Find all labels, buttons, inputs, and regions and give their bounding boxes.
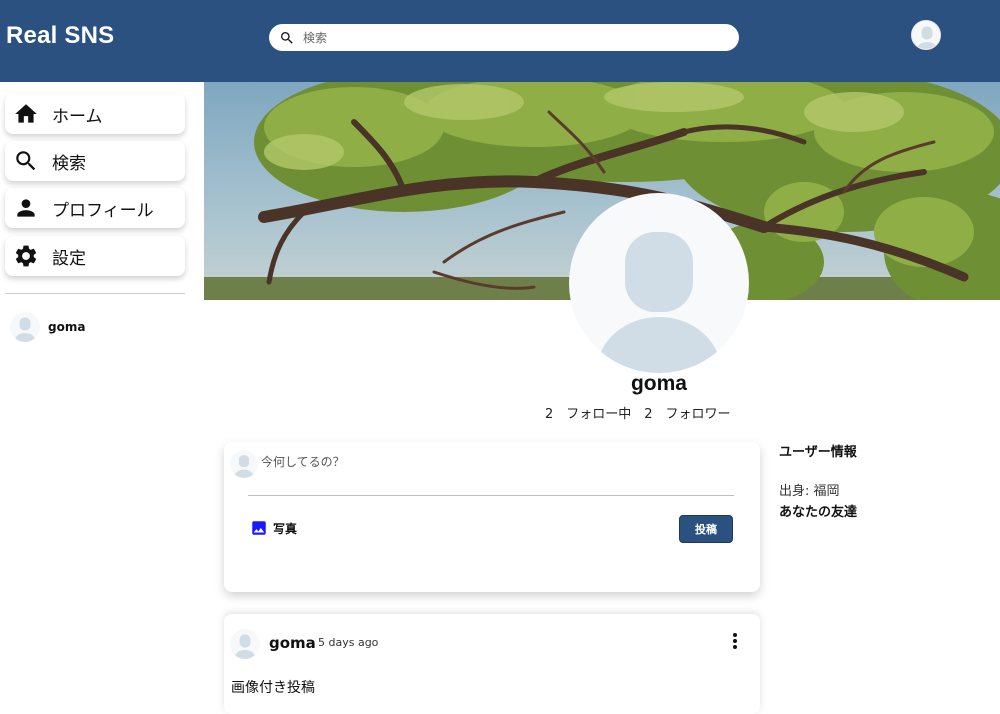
sidebar-item-profile[interactable]: プロフィール bbox=[5, 188, 185, 228]
search-bar[interactable] bbox=[269, 24, 739, 51]
post-date: 5 days ago bbox=[318, 636, 379, 649]
post-username[interactable]: goma bbox=[269, 634, 316, 652]
sidebar-item-label: 設定 bbox=[52, 248, 86, 269]
search-input[interactable] bbox=[303, 30, 723, 45]
search-icon bbox=[281, 31, 293, 44]
profile-name: goma bbox=[630, 372, 687, 395]
friend-item[interactable]: goma bbox=[10, 312, 85, 342]
post-card: goma 5 days ago 画像付き投稿 bbox=[224, 614, 760, 714]
post-text: 画像付き投稿 bbox=[231, 680, 315, 696]
sidebar: ホーム 検索 プロフィール 設定 goma bbox=[0, 82, 204, 700]
avatar[interactable] bbox=[230, 629, 260, 659]
image-icon bbox=[252, 521, 266, 535]
avatar-placeholder-icon bbox=[234, 455, 254, 478]
avatar bbox=[10, 312, 40, 342]
share-box: 写真 投稿 bbox=[224, 442, 760, 592]
avatar-placeholder-icon bbox=[917, 26, 937, 49]
follow-stats: 2 フォロー中 2 フォロワー bbox=[545, 407, 731, 422]
header-avatar[interactable] bbox=[911, 20, 941, 50]
post-button[interactable]: 投稿 bbox=[679, 515, 733, 543]
app-logo[interactable]: Real SNS bbox=[6, 22, 114, 50]
sidebar-divider bbox=[5, 293, 185, 294]
sidebar-item-home[interactable]: ホーム bbox=[5, 94, 185, 134]
top-bar: Real SNS bbox=[0, 0, 1000, 82]
person-icon bbox=[17, 199, 35, 217]
friends-title: あなたの友達 bbox=[779, 505, 858, 520]
sidebar-item-label: 検索 bbox=[52, 153, 86, 174]
photo-option[interactable]: 写真 bbox=[250, 519, 297, 537]
sidebar-item-settings[interactable]: 設定 bbox=[5, 236, 185, 276]
gear-icon bbox=[15, 245, 37, 267]
home-icon bbox=[15, 104, 37, 123]
user-info-title: ユーザー情報 bbox=[779, 445, 857, 460]
user-hometown: 出身: 福岡 bbox=[779, 484, 840, 499]
avatar-placeholder-icon bbox=[235, 634, 255, 659]
avatar bbox=[230, 450, 258, 478]
sidebar-item-label: ホーム bbox=[52, 106, 103, 127]
share-input[interactable] bbox=[261, 455, 721, 469]
share-divider bbox=[248, 495, 734, 496]
photo-label: 写真 bbox=[273, 521, 298, 536]
more-vert-icon[interactable] bbox=[730, 632, 740, 650]
profile-avatar[interactable] bbox=[569, 193, 749, 373]
avatar-placeholder-icon bbox=[597, 232, 721, 373]
search-icon bbox=[16, 151, 36, 171]
sidebar-item-label: プロフィール bbox=[52, 200, 154, 221]
friend-name: goma bbox=[48, 320, 86, 334]
sidebar-item-search[interactable]: 検索 bbox=[5, 141, 185, 181]
avatar-placeholder-icon bbox=[15, 317, 35, 342]
